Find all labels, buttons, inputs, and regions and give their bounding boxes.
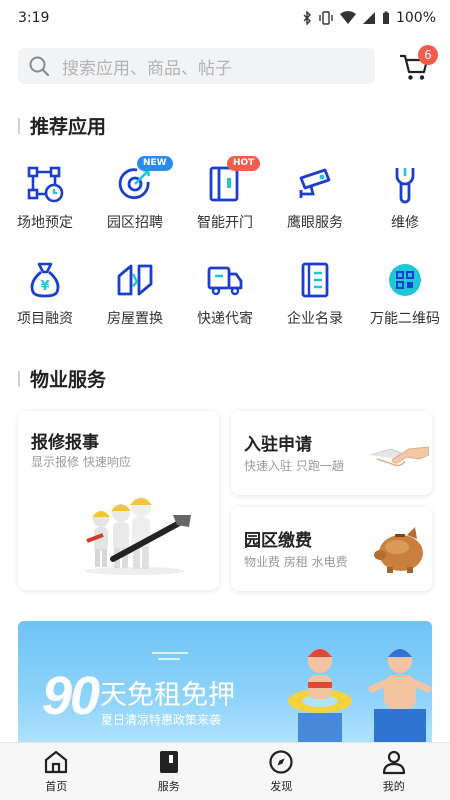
fees-card[interactable]: 园区缴费 物业费 房租 水电费: [231, 507, 432, 591]
app-row: ¥ 项目融资 房屋置换 快递代寄 企业名录 万能二维码: [0, 246, 450, 342]
house-swap-icon: [117, 264, 153, 296]
app-label: 项目融资: [17, 311, 73, 327]
nav-label: 首页: [45, 780, 68, 793]
app-label: 智能开门: [197, 215, 253, 231]
section-bar: [18, 117, 20, 134]
profile-icon: [382, 750, 405, 775]
nav-label: 我的: [382, 780, 405, 793]
card-title: 园区缴费: [244, 531, 312, 551]
workers-illustration: [85, 497, 191, 575]
promo-banner[interactable]: 90 天免租免押 夏日清凉特惠政策来袭: [18, 621, 432, 746]
card-title: 报修报事: [31, 433, 99, 453]
nav-service[interactable]: 服务: [113, 743, 226, 800]
app-financing[interactable]: ¥ 项目融资: [0, 246, 90, 342]
wrench-icon: [395, 168, 415, 204]
nav-profile[interactable]: 我的: [338, 743, 450, 800]
banner-title: 天免租免押: [100, 680, 235, 711]
app-courier[interactable]: 快递代寄: [180, 246, 270, 342]
cart-badge: 6: [418, 45, 438, 65]
status-bar: 3:19 100%: [0, 0, 450, 36]
swimmers-illustration: [288, 649, 432, 746]
app-label: 企业名录: [287, 311, 343, 327]
nav-label: 服务: [157, 780, 180, 793]
nav-home[interactable]: 首页: [0, 743, 113, 800]
section-bar: [18, 370, 20, 387]
delivery-truck-icon: [207, 266, 243, 296]
nav-discover[interactable]: 发现: [225, 743, 338, 800]
battery-percent: 100%: [395, 10, 436, 26]
money-bag-icon: ¥: [30, 262, 60, 298]
settle-card[interactable]: 入驻申请 快速入驻 只跑一趟: [231, 411, 432, 495]
app-grid: 场地预定 NEW 园区招聘 HOT 智能开门 鹰眼服务 维修 ¥ 项目融资 房屋…: [0, 150, 450, 342]
home-icon: [45, 750, 68, 774]
app-label: 万能二维码: [370, 311, 440, 327]
svg-text:¥: ¥: [40, 279, 49, 294]
banner-big-number: 90: [42, 666, 100, 726]
vibrate-icon: [319, 11, 333, 25]
search-icon: [29, 56, 50, 77]
service-icon: [159, 751, 178, 773]
app-venue-booking[interactable]: 场地预定: [0, 150, 90, 246]
repair-card[interactable]: 报修报事 显示报修 快速响应: [18, 411, 219, 590]
wifi-icon: [339, 11, 356, 24]
search-placeholder: 搜索应用、商品、帖子: [62, 58, 232, 79]
card-subtitle: 物业费 房租 水电费: [244, 555, 348, 569]
section-title-text: 物业服务: [30, 369, 107, 391]
compass-icon: [269, 750, 293, 774]
app-label: 房屋置换: [107, 311, 163, 327]
app-row: 场地预定 NEW 园区招聘 HOT 智能开门 鹰眼服务 维修: [0, 150, 450, 246]
camera-icon: [299, 168, 331, 198]
app-directory[interactable]: 企业名录: [270, 246, 360, 342]
bluetooth-icon: [303, 11, 311, 25]
piggy-bank-illustration: [374, 527, 423, 573]
section-title-text: 推荐应用: [30, 116, 107, 138]
hot-tag: HOT: [227, 156, 261, 171]
app-qr-code[interactable]: 万能二维码: [360, 246, 450, 342]
section-title-property: 物业服务: [18, 365, 106, 392]
cloud-decoration: [152, 652, 188, 660]
qr-code-icon: [389, 264, 421, 296]
handshake-illustration: [371, 446, 429, 467]
app-camera-service[interactable]: 鹰眼服务: [270, 150, 360, 246]
new-tag: NEW: [137, 156, 173, 171]
nav-label: 发现: [270, 780, 293, 793]
battery-icon: [382, 11, 389, 24]
app-label: 场地预定: [17, 215, 73, 231]
banner-subtitle: 夏日清凉特惠政策来袭: [101, 713, 222, 727]
card-title: 入驻申请: [244, 435, 312, 455]
app-smart-door[interactable]: HOT 智能开门: [180, 150, 270, 246]
section-title-recommended: 推荐应用: [18, 112, 106, 139]
status-time: 3:19: [18, 10, 50, 26]
card-subtitle: 显示报修 快速响应: [31, 455, 131, 469]
bottom-nav: 首页 服务 发现 我的: [0, 742, 450, 800]
app-label: 园区招聘: [107, 215, 163, 231]
search-input[interactable]: 搜索应用、商品、帖子: [18, 48, 375, 84]
signal-icon: [362, 12, 375, 24]
app-house-swap[interactable]: 房屋置换: [90, 246, 180, 342]
app-label: 快递代寄: [197, 311, 253, 327]
app-label: 鹰眼服务: [287, 215, 343, 231]
app-repair[interactable]: 维修: [360, 150, 450, 246]
app-label: 维修: [391, 215, 419, 231]
status-icons: 100%: [302, 10, 436, 26]
venue-booking-icon: [27, 166, 64, 203]
card-subtitle: 快速入驻 只跑一趟: [244, 459, 344, 473]
app-recruit[interactable]: NEW 园区招聘: [90, 150, 180, 246]
directory-icon: [301, 262, 329, 298]
